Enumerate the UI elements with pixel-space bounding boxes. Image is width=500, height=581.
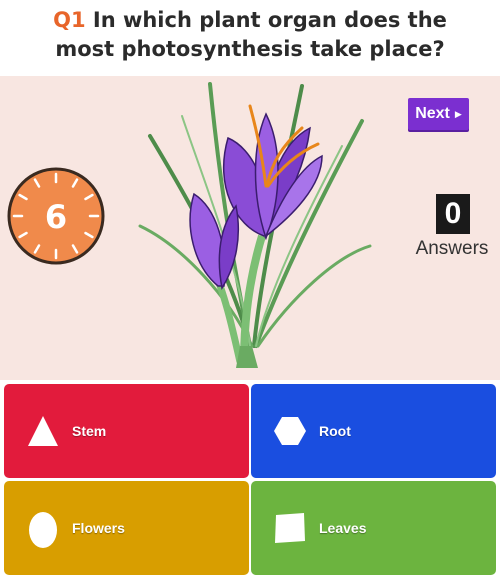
chevron-right-icon: ▶ <box>454 108 462 119</box>
answer-option-label: Leaves <box>319 520 367 536</box>
answer-option-label: Flowers <box>72 520 125 536</box>
crocus-flower-image <box>132 76 372 376</box>
question-header: Q1 In which plant organ does the most ph… <box>0 0 500 76</box>
question-text-line2: most photosynthesis take place? <box>55 37 445 61</box>
answer-options: Stem Root Flowers Leaves <box>0 380 500 581</box>
hexagon-icon <box>274 417 306 445</box>
circle-icon <box>29 512 57 548</box>
countdown-timer: 6 <box>6 166 106 266</box>
answer-option-stem[interactable]: Stem <box>4 384 249 478</box>
answer-option-flowers[interactable]: Flowers <box>4 481 249 575</box>
question-text-line1: In which plant organ does the <box>92 8 447 32</box>
answers-label: Answers <box>415 238 489 259</box>
answers-count: 0 <box>436 194 470 234</box>
question-stage: 6 Next ▶ 0 Answers <box>0 76 500 380</box>
next-button[interactable]: Next ▶ <box>408 98 469 130</box>
triangle-icon <box>28 416 58 446</box>
square-icon <box>275 513 305 543</box>
timer-clock-icon: 6 <box>7 167 105 265</box>
question-number: Q1 <box>53 8 86 32</box>
answer-option-leaves[interactable]: Leaves <box>251 481 496 575</box>
answer-option-label: Root <box>319 423 351 439</box>
question-title: Q1 In which plant organ does the most ph… <box>0 6 500 64</box>
timer-value: 6 <box>45 198 67 236</box>
next-button-label: Next <box>415 105 450 122</box>
answer-option-label: Stem <box>72 423 107 439</box>
answer-option-root[interactable]: Root <box>251 384 496 478</box>
